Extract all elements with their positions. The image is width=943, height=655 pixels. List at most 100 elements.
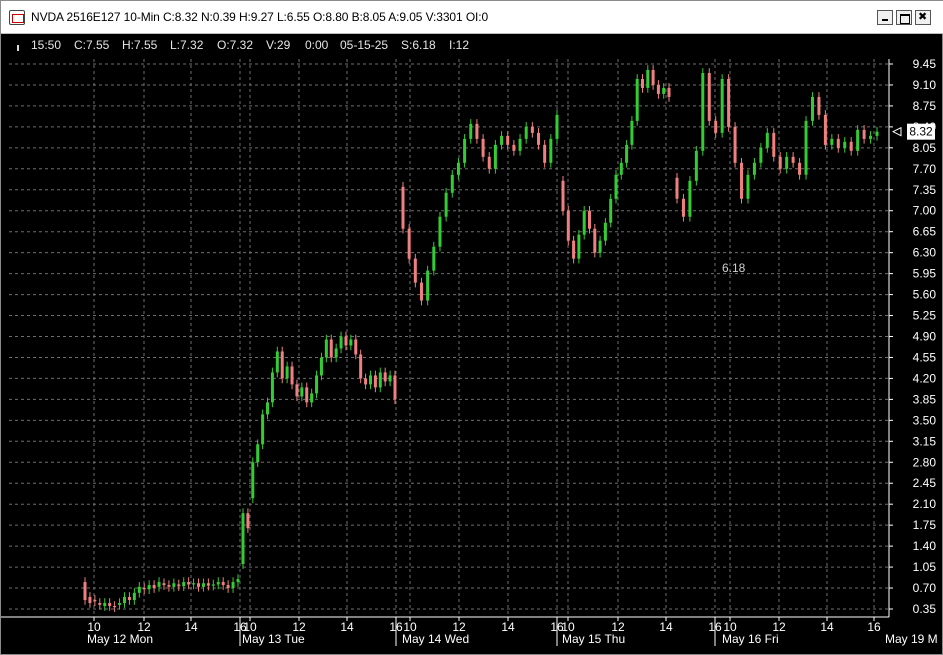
candle [830,134,834,150]
y-tick-label: 3.50 [913,413,937,427]
candle-body [383,372,387,382]
candle-body [667,87,671,97]
candle-body [830,138,834,145]
price-chart[interactable]: 9.459.108.758.408.057.707.357.006.656.30… [1,1,942,654]
candle [572,235,576,264]
y-tick-label: 5.25 [913,309,937,323]
candle [246,508,250,533]
candle-body [231,582,235,589]
candle-body [823,114,827,145]
candle-body [83,582,87,601]
candle-body [701,72,705,151]
y-tick-label: 5.95 [913,267,937,281]
candle-body [656,84,660,94]
candle [530,122,534,138]
candle [231,577,235,593]
candle [662,83,666,99]
annotation-label: 6.18 [722,261,746,275]
candle [823,110,827,150]
price-axis: 9.459.108.758.408.057.707.357.006.656.30… [888,57,937,617]
candle-body [543,144,547,163]
candle-body [798,162,802,175]
candle [524,122,528,144]
candle-body [614,174,618,199]
candle-body [727,78,731,127]
y-tick-label: 2.80 [913,455,937,469]
candle [849,137,853,156]
x-tick-label: 14 [340,620,354,634]
time-axis: 10 12 14 1610 12 14 16 10 12 14 1610 12 14 16 10 12 14 16… [1,616,938,646]
candle [167,580,171,592]
candle [625,140,629,168]
candle-body [275,351,279,373]
candle [241,508,245,569]
x-tick-label: 14 [659,620,673,634]
candle-body [598,240,602,253]
candle [413,253,417,288]
candle [378,367,382,393]
candle [651,65,655,90]
candle-body [118,603,122,605]
candle [798,158,802,180]
candle [132,588,136,605]
candle [836,134,840,153]
candle-body [609,198,613,223]
candle [688,175,692,222]
candle-body [752,162,756,175]
candle [388,370,392,387]
candle [549,134,553,168]
candle-body [662,87,666,94]
y-tick-label: 9.45 [913,57,937,71]
candle [475,119,479,144]
candle-body [319,357,323,376]
candle [862,125,866,144]
candle-body [875,131,879,136]
candle [641,74,644,93]
candle [810,92,814,126]
candle-body [413,258,417,283]
candle [667,83,671,102]
candle [216,577,220,590]
candle [630,116,634,150]
candle-body [694,150,698,181]
candle [226,580,230,593]
candle-body [93,600,97,602]
candle [619,158,623,180]
candle [817,92,821,120]
candle-body [635,78,639,121]
candle [481,134,485,162]
candle [354,334,358,360]
candle [537,128,541,150]
candle-body [419,282,423,301]
candle [727,74,731,132]
candle [593,223,597,258]
y-tick-label: 1.40 [913,539,937,553]
candle [869,131,873,144]
candle-body [324,339,328,358]
date-label: May 12 Mon [87,632,153,646]
candle [588,205,591,234]
candle-body [211,584,215,586]
candle-body [401,186,405,229]
candle [582,205,586,240]
candle-body [162,583,166,586]
candle-body [438,216,442,247]
candle-body [518,138,522,151]
candle-body [103,603,107,607]
date-label: May 16 Fri [722,632,779,646]
candle-body [746,174,750,199]
candle-body [157,582,161,587]
candle [295,379,299,402]
candle-body [619,162,623,175]
candle-body [804,120,808,175]
candle [746,170,750,204]
candle-body [530,126,534,133]
chart-window: NVDA 2516E127 10-Min C:8.32 N:0.39 H:9.2… [0,0,943,655]
candle [701,68,705,156]
candle [182,577,186,592]
candle [733,122,737,168]
candle [500,131,504,150]
candle-body [843,141,847,148]
candle-body [849,141,853,151]
candle [577,229,581,264]
